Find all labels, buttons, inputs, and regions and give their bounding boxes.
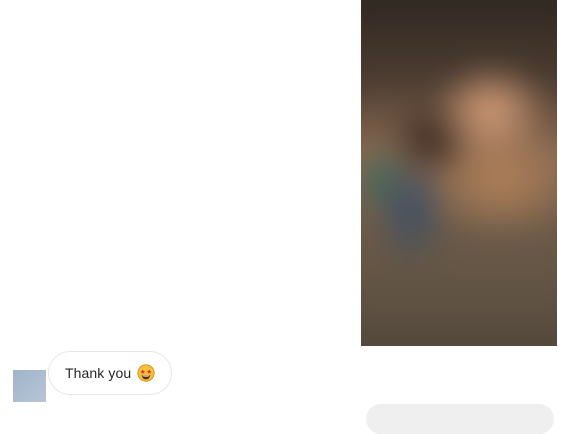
chat-thread: Thank you — [0, 0, 563, 434]
star-struck-emoji-icon — [137, 364, 155, 382]
blurred-photo — [361, 0, 557, 346]
sender-avatar[interactable] — [13, 370, 46, 402]
incoming-message-bubble[interactable]: Thank you — [48, 351, 173, 395]
outgoing-media-attachment[interactable] — [361, 0, 557, 346]
outgoing-message-bubble[interactable] — [366, 404, 554, 434]
message-text: Thank you — [65, 365, 132, 381]
